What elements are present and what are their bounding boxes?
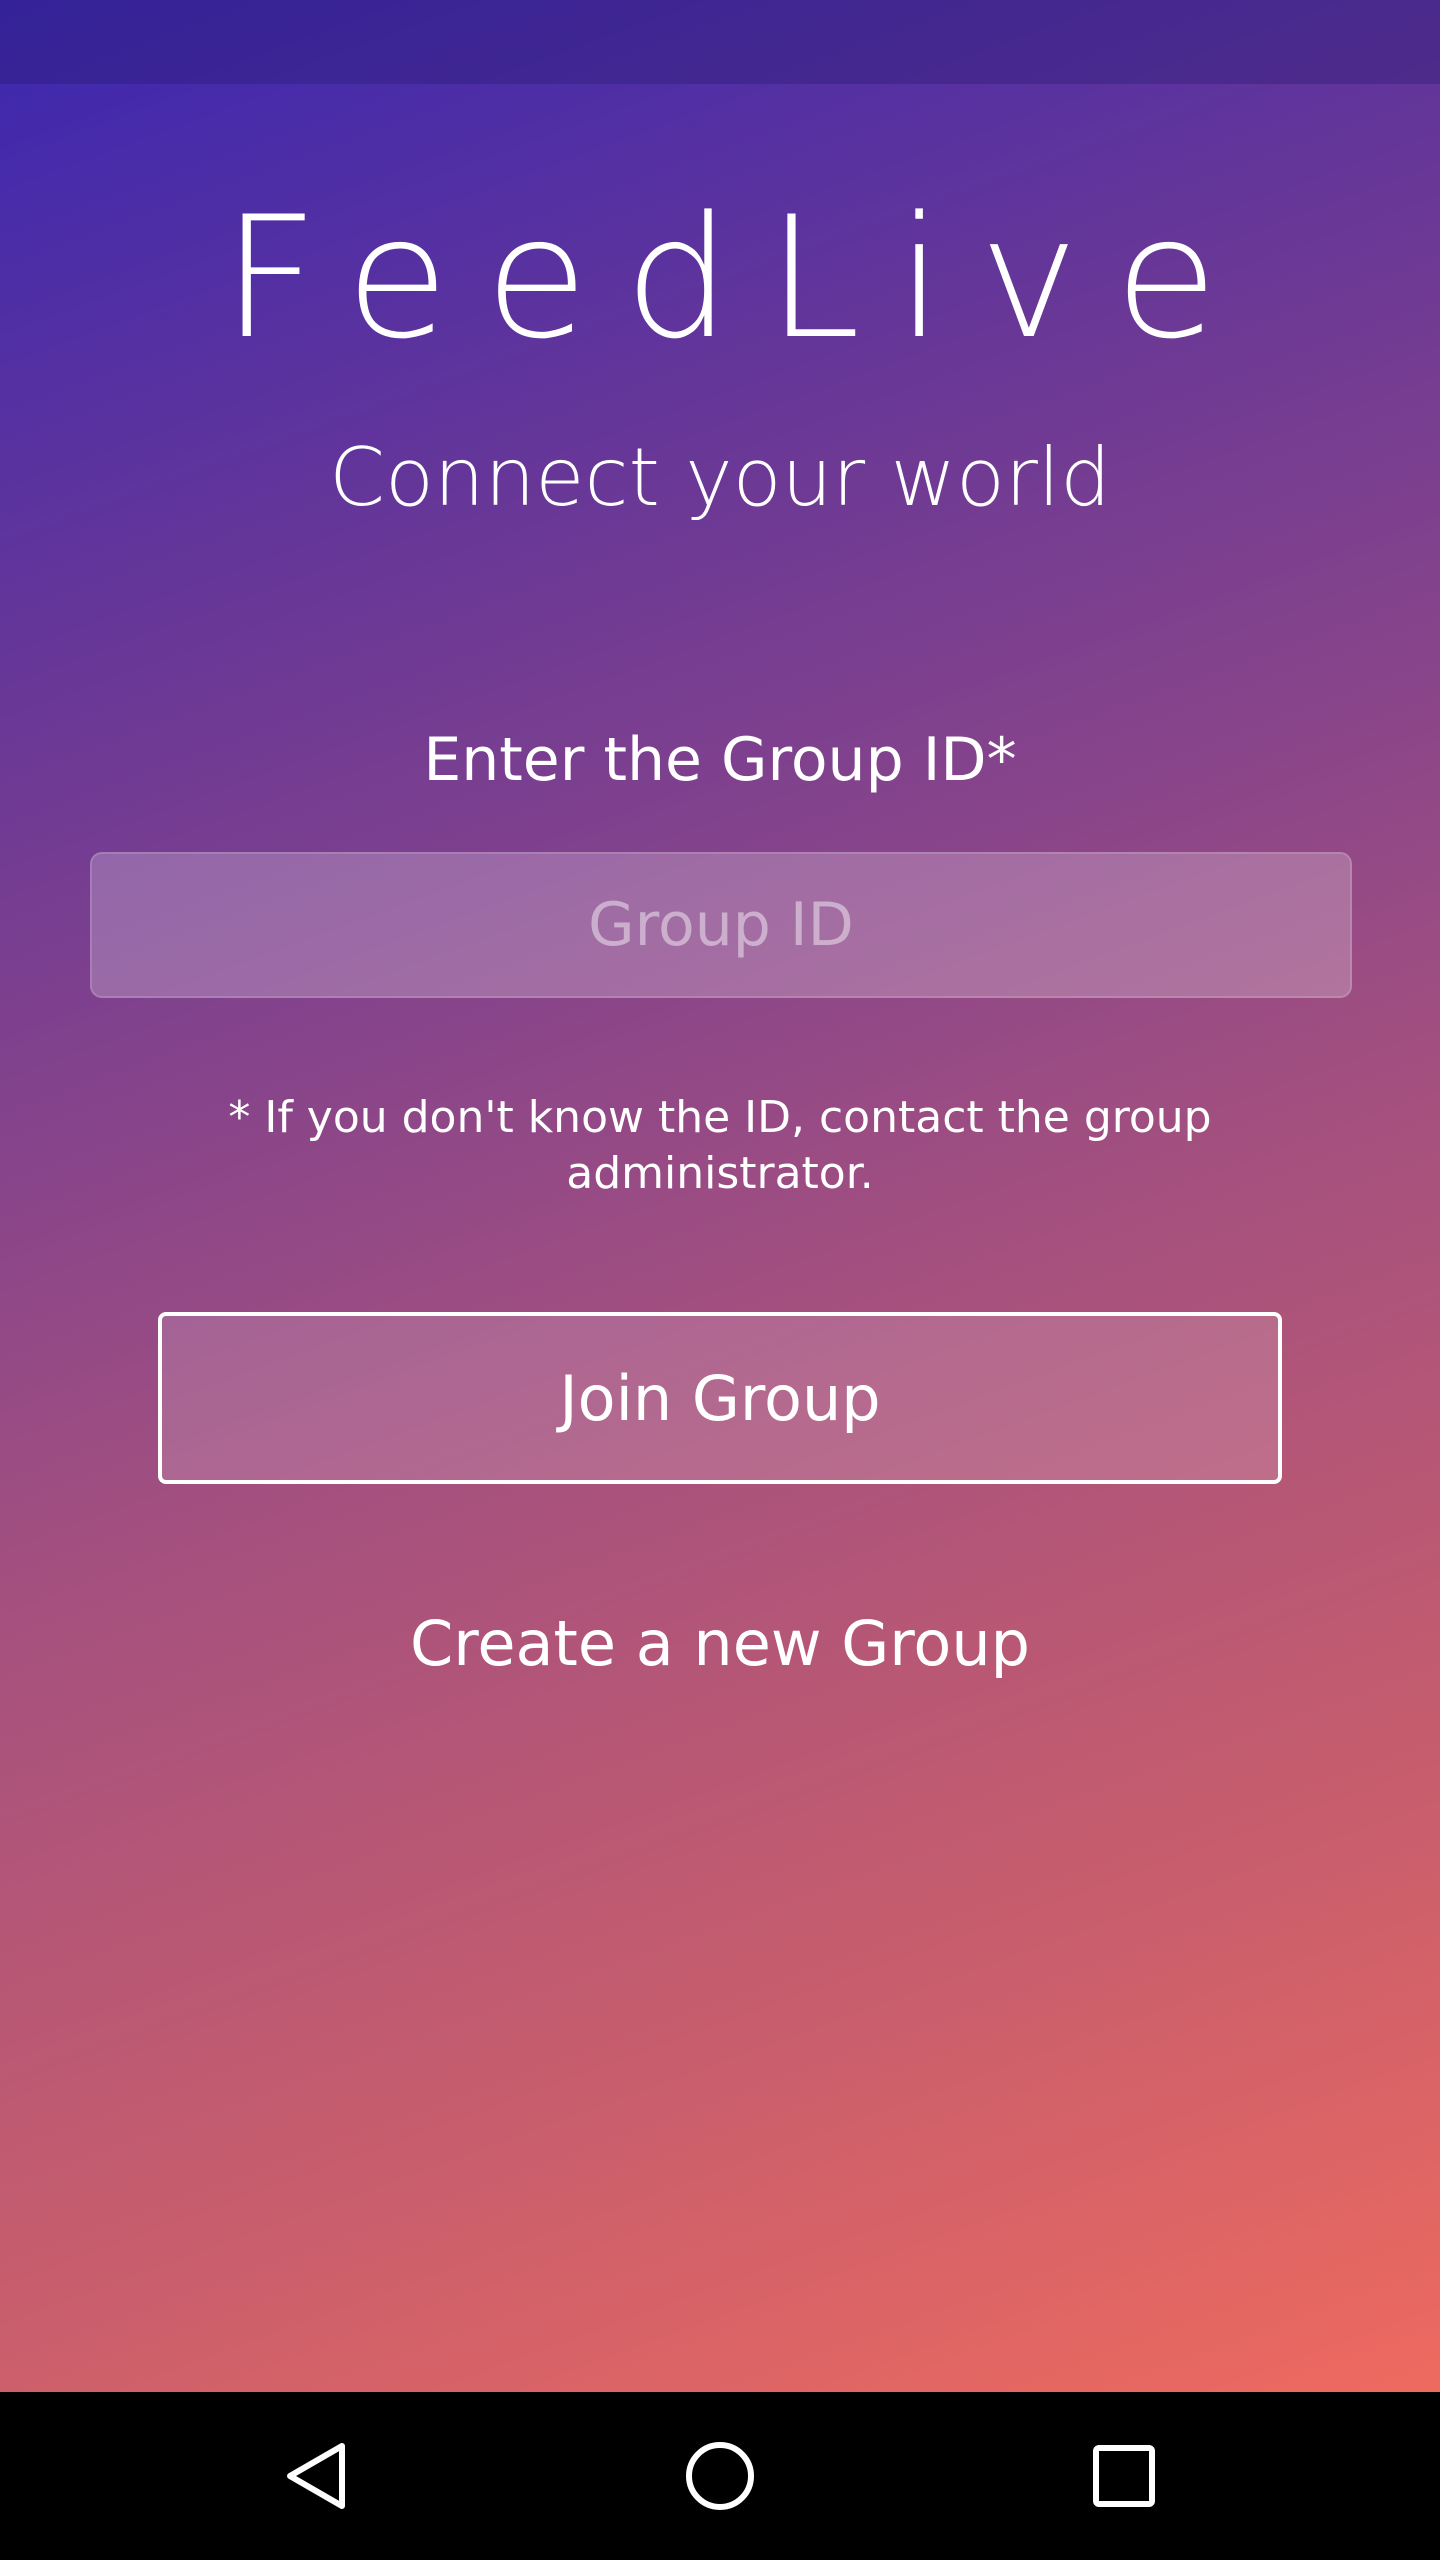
status-bar xyxy=(0,0,1440,84)
group-id-label: Enter the Group ID* xyxy=(423,725,1017,795)
home-button[interactable] xyxy=(670,2426,770,2526)
join-group-button[interactable]: Join Group xyxy=(158,1312,1282,1484)
main-background: FeedLive Connect your world Enter the Gr… xyxy=(0,0,1440,2392)
create-group-link[interactable]: Create a new Group xyxy=(0,1604,1440,1684)
back-triangle-icon xyxy=(287,2443,345,2509)
join-group-label: Join Group xyxy=(559,1361,881,1435)
group-id-input[interactable] xyxy=(90,852,1352,998)
app-title: FeedLive xyxy=(222,180,1254,376)
back-button[interactable] xyxy=(266,2426,366,2526)
group-id-hint: * If you don't know the ID, contact the … xyxy=(228,1092,1212,1199)
recent-apps-button[interactable] xyxy=(1074,2426,1174,2526)
tagline: Connect your world xyxy=(329,431,1111,524)
screen: FeedLive Connect your world Enter the Gr… xyxy=(0,0,1440,2560)
recent-apps-square-icon xyxy=(1093,2445,1155,2507)
home-circle-icon xyxy=(686,2442,754,2510)
navigation-bar xyxy=(0,2392,1440,2560)
